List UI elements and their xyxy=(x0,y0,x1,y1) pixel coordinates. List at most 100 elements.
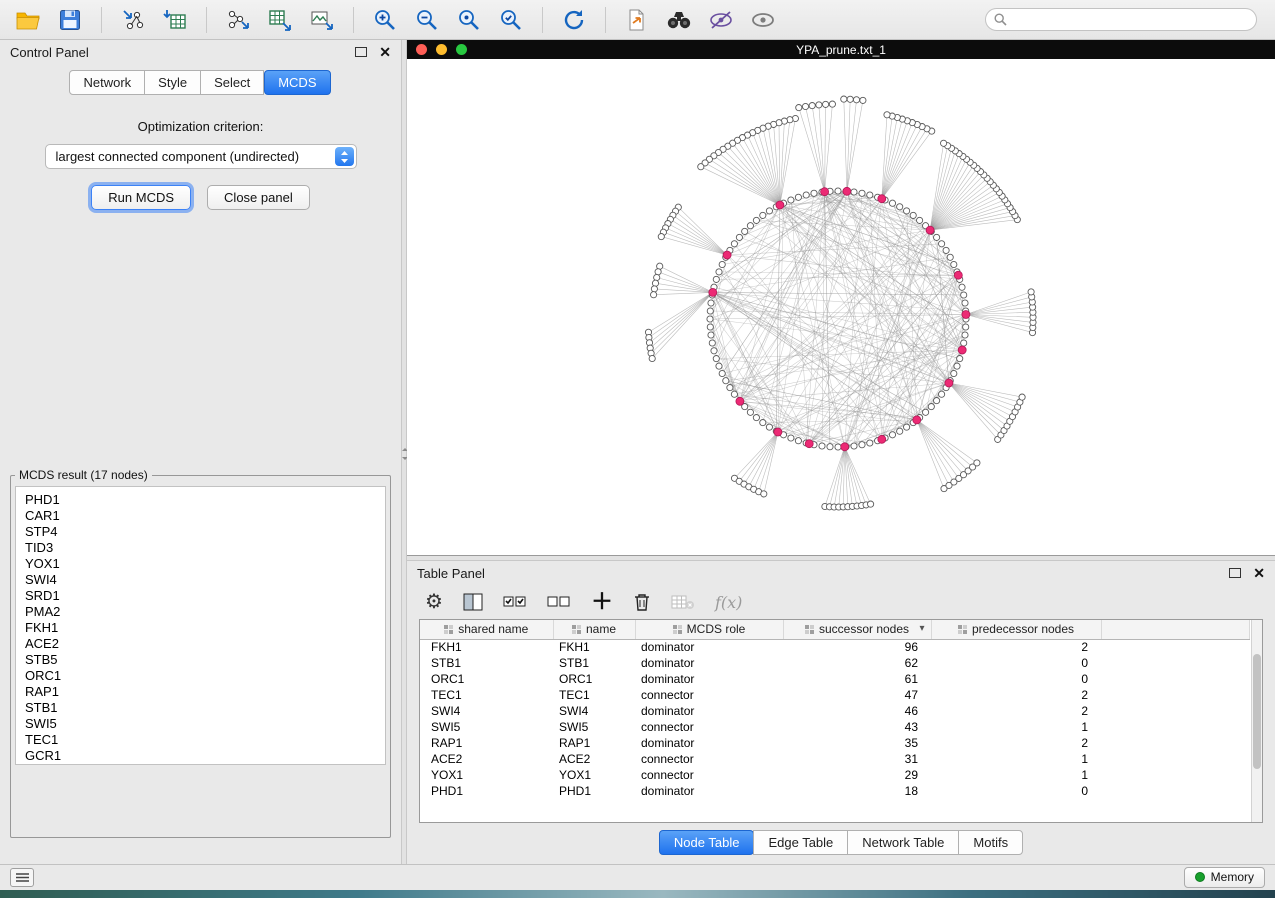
select-all-button[interactable] xyxy=(503,593,527,611)
table-cell-shared_name[interactable]: STB1 xyxy=(420,655,553,671)
zoom-in-button[interactable] xyxy=(367,5,403,35)
column-header-mcds-role[interactable]: MCDS role xyxy=(635,620,783,639)
tab-edge-table[interactable]: Edge Table xyxy=(753,830,848,855)
share-document-button[interactable] xyxy=(619,5,655,35)
table-cell-predecessors[interactable]: 2 xyxy=(931,735,1101,751)
table-row[interactable]: SWI5SWI5connector431 xyxy=(420,719,1250,735)
table-cell-predecessors[interactable]: 2 xyxy=(931,703,1101,719)
table-row[interactable]: TEC1TEC1connector472 xyxy=(420,687,1250,703)
table-cell-successors[interactable]: 35 xyxy=(783,735,931,751)
mcds-result-item[interactable]: ACE2 xyxy=(25,636,385,652)
tab-network-table[interactable]: Network Table xyxy=(847,830,959,855)
export-network-button[interactable] xyxy=(220,5,256,35)
export-image-button[interactable] xyxy=(304,5,340,35)
table-cell-name[interactable]: YOX1 xyxy=(553,767,635,783)
import-table-button[interactable] xyxy=(157,5,193,35)
table-scrollbar[interactable] xyxy=(1251,620,1262,822)
table-cell-name[interactable]: ORC1 xyxy=(553,671,635,687)
table-cell-shared_name[interactable]: FKH1 xyxy=(420,639,553,655)
zoom-selected-button[interactable] xyxy=(493,5,529,35)
table-row[interactable]: YOX1YOX1connector291 xyxy=(420,767,1250,783)
tab-select[interactable]: Select xyxy=(200,70,264,95)
table-cell-role[interactable]: connector xyxy=(635,687,783,703)
minimize-window-icon[interactable] xyxy=(436,44,447,55)
zoom-fit-button[interactable] xyxy=(451,5,487,35)
refresh-layout-button[interactable] xyxy=(556,5,592,35)
table-cell-predecessors[interactable]: 0 xyxy=(931,783,1101,799)
mcds-result-item[interactable]: SWI4 xyxy=(25,572,385,588)
mcds-result-list[interactable]: PHD1CAR1STP4TID3YOX1SWI4SRD1PMA2FKH1ACE2… xyxy=(15,486,386,765)
table-cell-name[interactable]: ACE2 xyxy=(553,751,635,767)
add-column-button[interactable]: ＋ xyxy=(591,591,613,613)
search-input[interactable] xyxy=(1013,12,1248,28)
status-menu-button[interactable] xyxy=(10,868,34,887)
table-row[interactable]: SWI4SWI4dominator462 xyxy=(420,703,1250,719)
table-cell-predecessors[interactable]: 2 xyxy=(931,687,1101,703)
table-cell-shared_name[interactable]: SWI4 xyxy=(420,703,553,719)
mcds-result-item[interactable]: TEC1 xyxy=(25,732,385,748)
splitter-handle-icon[interactable] xyxy=(402,445,406,467)
table-cell-predecessors[interactable]: 0 xyxy=(931,655,1101,671)
table-cell-predecessors[interactable]: 1 xyxy=(931,767,1101,783)
mcds-result-item[interactable]: STB1 xyxy=(25,700,385,716)
table-cell-role[interactable]: connector xyxy=(635,719,783,735)
scrollbar-thumb[interactable] xyxy=(1253,654,1261,769)
table-cell-shared_name[interactable]: PHD1 xyxy=(420,783,553,799)
table-cell-predecessors[interactable]: 1 xyxy=(931,719,1101,735)
table-cell-role[interactable]: connector xyxy=(635,767,783,783)
table-cell-predecessors[interactable]: 1 xyxy=(931,751,1101,767)
table-cell-shared_name[interactable]: RAP1 xyxy=(420,735,553,751)
table-cell-predecessors[interactable]: 2 xyxy=(931,639,1101,655)
table-cell-name[interactable]: SWI5 xyxy=(553,719,635,735)
table-cell-predecessors[interactable]: 0 xyxy=(931,671,1101,687)
mcds-result-item[interactable]: PHD1 xyxy=(25,492,385,508)
network-canvas[interactable] xyxy=(407,59,1275,555)
export-table-button[interactable] xyxy=(262,5,298,35)
mcds-result-item[interactable]: PMA2 xyxy=(25,604,385,620)
chevron-down-icon[interactable]: ▾ xyxy=(919,623,924,634)
table-cell-successors[interactable]: 62 xyxy=(783,655,931,671)
close-window-icon[interactable] xyxy=(416,44,427,55)
mcds-result-item[interactable]: GCR1 xyxy=(25,748,385,764)
deselect-all-button[interactable] xyxy=(547,593,571,611)
table-cell-role[interactable]: dominator xyxy=(635,671,783,687)
table-cell-name[interactable]: STB1 xyxy=(553,655,635,671)
mcds-result-item[interactable]: SRD1 xyxy=(25,588,385,604)
table-cell-successors[interactable]: 43 xyxy=(783,719,931,735)
run-mcds-button[interactable]: Run MCDS xyxy=(91,185,191,210)
table-cell-shared_name[interactable]: TEC1 xyxy=(420,687,553,703)
column-header-predecessor-nodes[interactable]: predecessor nodes xyxy=(931,620,1101,639)
table-cell-name[interactable]: PHD1 xyxy=(553,783,635,799)
mcds-result-item[interactable]: TID3 xyxy=(25,540,385,556)
table-cell-role[interactable]: dominator xyxy=(635,703,783,719)
table-cell-shared_name[interactable]: ACE2 xyxy=(420,751,553,767)
save-session-button[interactable] xyxy=(52,5,88,35)
table-cell-successors[interactable]: 29 xyxy=(783,767,931,783)
float-panel-icon[interactable] xyxy=(1229,568,1241,578)
show-columns-button[interactable] xyxy=(463,592,483,612)
table-cell-shared_name[interactable]: ORC1 xyxy=(420,671,553,687)
table-row[interactable]: FKH1FKH1dominator962 xyxy=(420,639,1250,655)
table-cell-name[interactable]: RAP1 xyxy=(553,735,635,751)
search-box[interactable] xyxy=(985,8,1257,31)
table-row[interactable]: ORC1ORC1dominator610 xyxy=(420,671,1250,687)
close-panel-icon[interactable]: ✕ xyxy=(1253,566,1265,580)
mcds-result-item[interactable]: RAP1 xyxy=(25,684,385,700)
tab-mcds[interactable]: MCDS xyxy=(264,70,330,95)
table-cell-role[interactable]: dominator xyxy=(635,655,783,671)
table-cell-shared_name[interactable]: SWI5 xyxy=(420,719,553,735)
find-network-button[interactable] xyxy=(661,5,697,35)
table-cell-successors[interactable]: 46 xyxy=(783,703,931,719)
tab-network[interactable]: Network xyxy=(69,70,145,95)
column-header-shared-name[interactable]: shared name xyxy=(420,620,553,639)
open-file-button[interactable] xyxy=(10,5,46,35)
zoom-out-button[interactable] xyxy=(409,5,445,35)
table-cell-name[interactable]: SWI4 xyxy=(553,703,635,719)
table-cell-successors[interactable]: 96 xyxy=(783,639,931,655)
table-cell-name[interactable]: TEC1 xyxy=(553,687,635,703)
table-cell-successors[interactable]: 31 xyxy=(783,751,931,767)
optimization-criterion-select[interactable]: largest connected component (undirected) xyxy=(45,144,357,169)
network-graph[interactable] xyxy=(407,59,1275,556)
table-cell-role[interactable]: connector xyxy=(635,751,783,767)
mcds-result-item[interactable]: STB5 xyxy=(25,652,385,668)
